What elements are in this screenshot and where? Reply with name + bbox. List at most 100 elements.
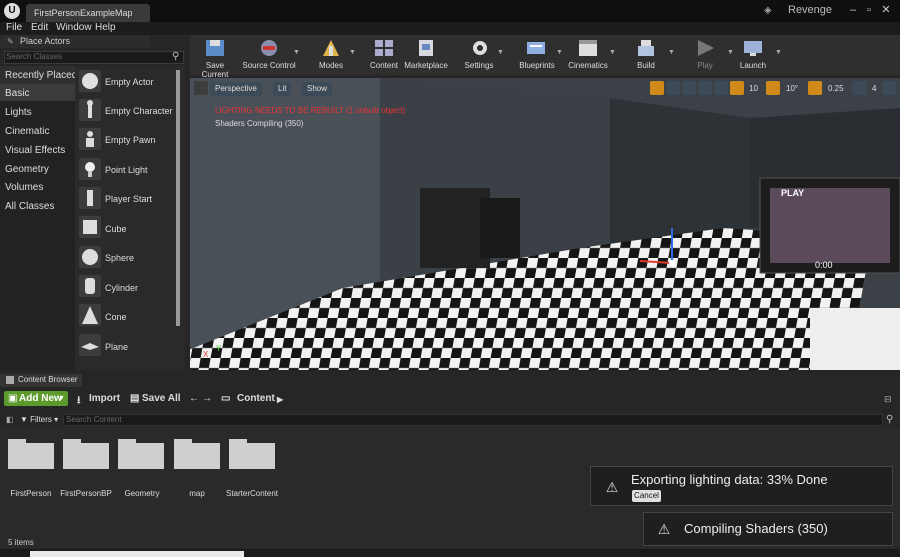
- blueprints-dropdown-icon[interactable]: ▼: [556, 49, 563, 56]
- scale-snap-icon[interactable]: [808, 81, 822, 95]
- surface-snap-icon[interactable]: [714, 81, 728, 95]
- actor-item-cube[interactable]: Cube: [105, 224, 127, 234]
- menu-window[interactable]: Window: [56, 22, 92, 33]
- folder-geometry[interactable]: Geometry: [112, 489, 172, 498]
- grid-snap-value[interactable]: 10: [749, 84, 758, 93]
- actor-item-player-start[interactable]: Player Start: [105, 194, 152, 204]
- lit-button[interactable]: Lit: [273, 82, 292, 96]
- close-icon[interactable]: ✕: [879, 3, 893, 17]
- source-control-dropdown-icon[interactable]: ▼: [293, 49, 300, 56]
- back-arrow-icon[interactable]: ←: [189, 393, 199, 404]
- content-button[interactable]: Content: [366, 61, 402, 70]
- actor-list-scrollbar[interactable]: [176, 70, 180, 326]
- cinematics-button[interactable]: Cinematics: [566, 61, 610, 70]
- actor-item-empty-actor[interactable]: Empty Actor: [105, 77, 154, 87]
- scale-mode-icon[interactable]: [682, 81, 696, 95]
- forward-arrow-icon[interactable]: →: [202, 393, 212, 404]
- folder-firstperson[interactable]: FirstPerson: [1, 489, 61, 498]
- folder-startercontent[interactable]: StarterContent: [222, 489, 282, 498]
- folder-icon[interactable]: [118, 437, 164, 469]
- play-dropdown-icon[interactable]: ▼: [727, 49, 734, 56]
- category-lights[interactable]: Lights: [5, 107, 32, 118]
- source-control-icon[interactable]: [258, 38, 280, 58]
- settings-button[interactable]: Settings: [460, 61, 498, 70]
- actor-item-plane[interactable]: Plane: [105, 342, 128, 352]
- content-icon[interactable]: [373, 38, 395, 58]
- build-button[interactable]: Build: [630, 61, 662, 70]
- folder-map[interactable]: map: [167, 489, 227, 498]
- blueprints-button[interactable]: Blueprints: [515, 61, 559, 70]
- viewport-options-dropdown-icon[interactable]: [194, 81, 208, 95]
- folder-icon[interactable]: [63, 437, 109, 469]
- grid-snap-icon[interactable]: [730, 81, 744, 95]
- search-content-input[interactable]: [63, 414, 883, 426]
- import-button[interactable]: Import: [89, 393, 120, 404]
- modes-button[interactable]: Modes: [313, 61, 349, 70]
- cinematics-icon[interactable]: [577, 38, 599, 58]
- category-basic[interactable]: Basic: [5, 88, 29, 99]
- play-icon[interactable]: [694, 38, 716, 58]
- menu-edit[interactable]: Edit: [31, 22, 48, 33]
- rotation-snap-value[interactable]: 10°: [786, 84, 798, 93]
- folder-icon[interactable]: [174, 437, 220, 469]
- source-control-button[interactable]: Source Control: [241, 61, 297, 70]
- settings-icon[interactable]: [469, 38, 491, 58]
- camera-speed-value[interactable]: 4: [872, 84, 876, 93]
- modes-icon[interactable]: [320, 38, 342, 58]
- folder-icon[interactable]: [229, 437, 275, 469]
- marketplace-button[interactable]: Marketplace: [402, 61, 450, 70]
- actor-item-point-light[interactable]: Point Light: [105, 165, 148, 175]
- camera-speed-icon[interactable]: [852, 81, 866, 95]
- play-button[interactable]: Play: [690, 61, 720, 70]
- menu-file[interactable]: File: [6, 22, 22, 33]
- category-all-classes[interactable]: All Classes: [5, 201, 54, 212]
- folder-firstpersonbp[interactable]: FirstPersonBP: [56, 489, 116, 498]
- settings-dropdown-icon[interactable]: ▼: [497, 49, 504, 56]
- marketplace-icon[interactable]: [415, 38, 437, 58]
- launch-button[interactable]: Launch: [736, 61, 770, 70]
- blueprints-icon[interactable]: [525, 38, 547, 58]
- menu-help[interactable]: Help: [95, 22, 116, 33]
- maximize-viewport-icon[interactable]: [882, 81, 896, 95]
- cinematics-dropdown-icon[interactable]: ▼: [609, 49, 616, 56]
- launch-dropdown-icon[interactable]: ▼: [775, 49, 782, 56]
- path-chevron-icon[interactable]: ▶: [277, 395, 283, 404]
- build-dropdown-icon[interactable]: ▼: [668, 49, 675, 56]
- lock-icon[interactable]: ⊟: [884, 394, 892, 405]
- actor-item-sphere[interactable]: Sphere: [105, 253, 134, 263]
- maximize-icon[interactable]: ▫: [862, 3, 876, 17]
- actor-item-cylinder[interactable]: Cylinder: [105, 283, 138, 293]
- filters-button[interactable]: ▼ Filters ▾: [20, 415, 58, 424]
- category-cinematic[interactable]: Cinematic: [5, 126, 49, 137]
- filters-toggle-icon[interactable]: ◧: [6, 415, 14, 424]
- horizontal-scrollbar[interactable]: [30, 551, 244, 557]
- search-icon[interactable]: ⚲: [172, 51, 179, 62]
- save-icon[interactable]: [204, 38, 226, 58]
- category-geometry[interactable]: Geometry: [5, 164, 49, 175]
- map-tab[interactable]: FirstPersonExampleMap: [26, 4, 150, 22]
- minimize-icon[interactable]: –: [846, 3, 860, 17]
- category-visual-effects[interactable]: Visual Effects: [5, 145, 65, 156]
- modes-dropdown-icon[interactable]: ▼: [349, 49, 356, 56]
- save-current-button[interactable]: Save Current: [192, 61, 238, 79]
- scale-snap-value[interactable]: 0.25: [828, 84, 844, 93]
- build-icon[interactable]: [635, 38, 657, 58]
- cancel-button[interactable]: Cancel: [632, 490, 661, 502]
- actor-item-cone[interactable]: Cone: [105, 312, 127, 322]
- perspective-button[interactable]: Perspective: [210, 82, 262, 96]
- bookmark-icon[interactable]: ◈: [764, 5, 776, 17]
- path-content-crumb[interactable]: Content: [237, 393, 275, 404]
- category-volumes[interactable]: Volumes: [5, 182, 43, 193]
- save-all-button[interactable]: Save All: [142, 393, 181, 404]
- rotate-mode-icon[interactable]: [666, 81, 680, 95]
- show-button[interactable]: Show: [302, 82, 333, 96]
- folder-icon[interactable]: [8, 437, 54, 469]
- actor-item-empty-pawn[interactable]: Empty Pawn: [105, 135, 156, 145]
- actor-item-empty-character[interactable]: Empty Character: [105, 106, 173, 116]
- translate-mode-icon[interactable]: [650, 81, 664, 95]
- search-content-icon[interactable]: ⚲: [886, 414, 893, 425]
- rotation-snap-icon[interactable]: [766, 81, 780, 95]
- launch-icon[interactable]: [742, 38, 764, 58]
- world-local-icon[interactable]: [698, 81, 712, 95]
- category-recently-placed[interactable]: Recently Placed: [5, 70, 77, 81]
